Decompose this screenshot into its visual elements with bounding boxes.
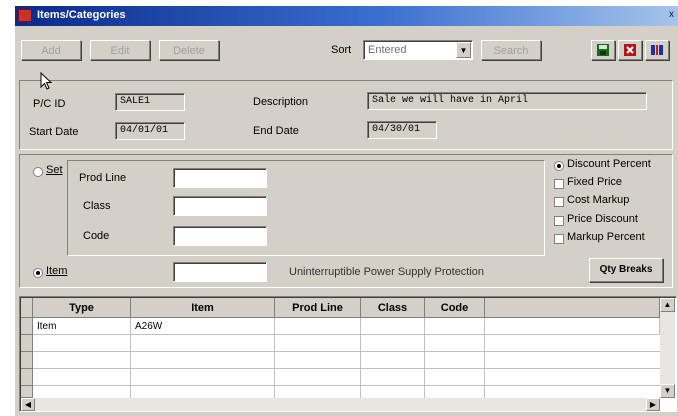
column-header-class[interactable]: Class	[361, 298, 425, 318]
description-label: Description	[253, 96, 309, 108]
class-field[interactable]	[173, 196, 267, 216]
end-date-field[interactable]: 04/30/01	[367, 121, 437, 139]
title-bar[interactable]: Items/Categories x	[15, 6, 678, 26]
add-button[interactable]: Add	[21, 40, 81, 60]
markup-percent-option[interactable]	[554, 234, 564, 244]
start-date-field[interactable]: 04/01/01	[115, 122, 185, 140]
code-field[interactable]	[173, 226, 267, 246]
cancel-icon	[624, 44, 636, 56]
item-radio[interactable]	[33, 268, 43, 278]
end-date-label: End Date	[253, 125, 299, 137]
scroll-up-icon[interactable]: ▲	[660, 298, 675, 312]
fixed-price-option[interactable]	[554, 179, 564, 189]
markup-percent-label[interactable]: Markup Percent	[567, 231, 645, 243]
cost-markup-label[interactable]: Cost Markup	[567, 194, 629, 206]
price-discount-option[interactable]	[554, 216, 564, 226]
column-header-item[interactable]: Item	[131, 298, 275, 318]
edit-button[interactable]: Edit	[90, 40, 150, 60]
item-field[interactable]	[173, 262, 267, 282]
row-header[interactable]	[21, 335, 33, 352]
scroll-down-icon[interactable]: ▼	[660, 384, 675, 398]
column-header-prod-line[interactable]: Prod Line	[275, 298, 361, 318]
column-divider	[360, 335, 361, 398]
vertical-scrollbar[interactable]: ▲ ▼	[660, 298, 675, 398]
set-radio-label[interactable]: Set	[46, 164, 63, 176]
row-header[interactable]	[21, 352, 33, 369]
scroll-right-icon[interactable]: ▶	[646, 398, 660, 411]
column-divider	[274, 335, 275, 398]
table-cell[interactable]: A26W	[131, 318, 275, 335]
app-icon	[18, 9, 32, 22]
table-cell[interactable]: Item	[33, 318, 131, 335]
items-categories-window: Items/Categories x Add Edit Delete Sort …	[14, 6, 678, 416]
set-criteria-box	[67, 160, 545, 256]
pc-id-label: P/C ID	[33, 98, 66, 110]
save-icon	[597, 44, 609, 56]
column-header-filler	[485, 298, 660, 318]
class-label: Class	[83, 200, 111, 212]
row-header[interactable]	[21, 386, 33, 398]
sort-select[interactable]: Entered ▼	[363, 40, 473, 60]
grid-corner	[21, 298, 33, 318]
price-discount-label[interactable]: Price Discount	[567, 213, 638, 225]
discount-percent-radio[interactable]	[554, 161, 564, 171]
description-field[interactable]: Sale we will have in April	[367, 92, 647, 110]
delete-button[interactable]: Delete	[159, 40, 219, 60]
prod-line-label: Prod Line	[79, 172, 127, 184]
scroll-left-icon[interactable]: ◀	[21, 398, 35, 411]
row-header[interactable]	[21, 369, 33, 386]
pc-id-field[interactable]: SALE1	[115, 93, 185, 111]
set-radio[interactable]	[33, 167, 43, 177]
sort-icon	[651, 45, 663, 55]
search-button[interactable]: Search	[481, 40, 541, 60]
start-date-label: Start Date	[29, 126, 79, 138]
column-divider	[130, 335, 131, 398]
item-radio-label[interactable]: Item	[46, 265, 67, 277]
table-row[interactable]	[33, 335, 660, 352]
table-cell[interactable]	[425, 318, 485, 335]
discount-percent-label[interactable]: Discount Percent	[567, 158, 651, 170]
prod-line-field[interactable]	[173, 168, 267, 188]
item-description: Uninterruptible Power Supply Protection	[289, 266, 485, 278]
window-title: Items/Categories	[37, 9, 126, 21]
code-label: Code	[83, 230, 110, 242]
save-button[interactable]	[591, 40, 615, 60]
horizontal-scrollbar[interactable]: ◀ ▶	[21, 398, 660, 411]
cancel-button[interactable]	[618, 40, 642, 60]
close-icon[interactable]: x	[669, 9, 677, 22]
items-grid[interactable]: Type Item Prod Line Class Code Item A26W…	[19, 296, 677, 412]
table-cell[interactable]	[485, 318, 660, 335]
cost-markup-option[interactable]	[554, 197, 564, 207]
column-divider	[424, 335, 425, 398]
column-header-code[interactable]: Code	[425, 298, 485, 318]
column-header-type[interactable]: Type	[33, 298, 131, 318]
sort-label: Sort	[331, 44, 352, 56]
chevron-down-icon[interactable]: ▼	[456, 42, 471, 58]
sort-select-value: Entered	[368, 44, 407, 56]
fixed-price-label[interactable]: Fixed Price	[567, 176, 622, 188]
table-cell[interactable]	[275, 318, 361, 335]
row-header[interactable]	[21, 318, 33, 335]
mouse-cursor-icon	[40, 72, 53, 90]
table-row[interactable]	[33, 369, 660, 386]
table-row[interactable]	[33, 352, 660, 369]
qty-breaks-button[interactable]: Qty Breaks	[589, 258, 663, 282]
table-cell[interactable]	[361, 318, 425, 335]
column-divider	[484, 335, 485, 398]
sort-order-button[interactable]	[645, 40, 669, 60]
